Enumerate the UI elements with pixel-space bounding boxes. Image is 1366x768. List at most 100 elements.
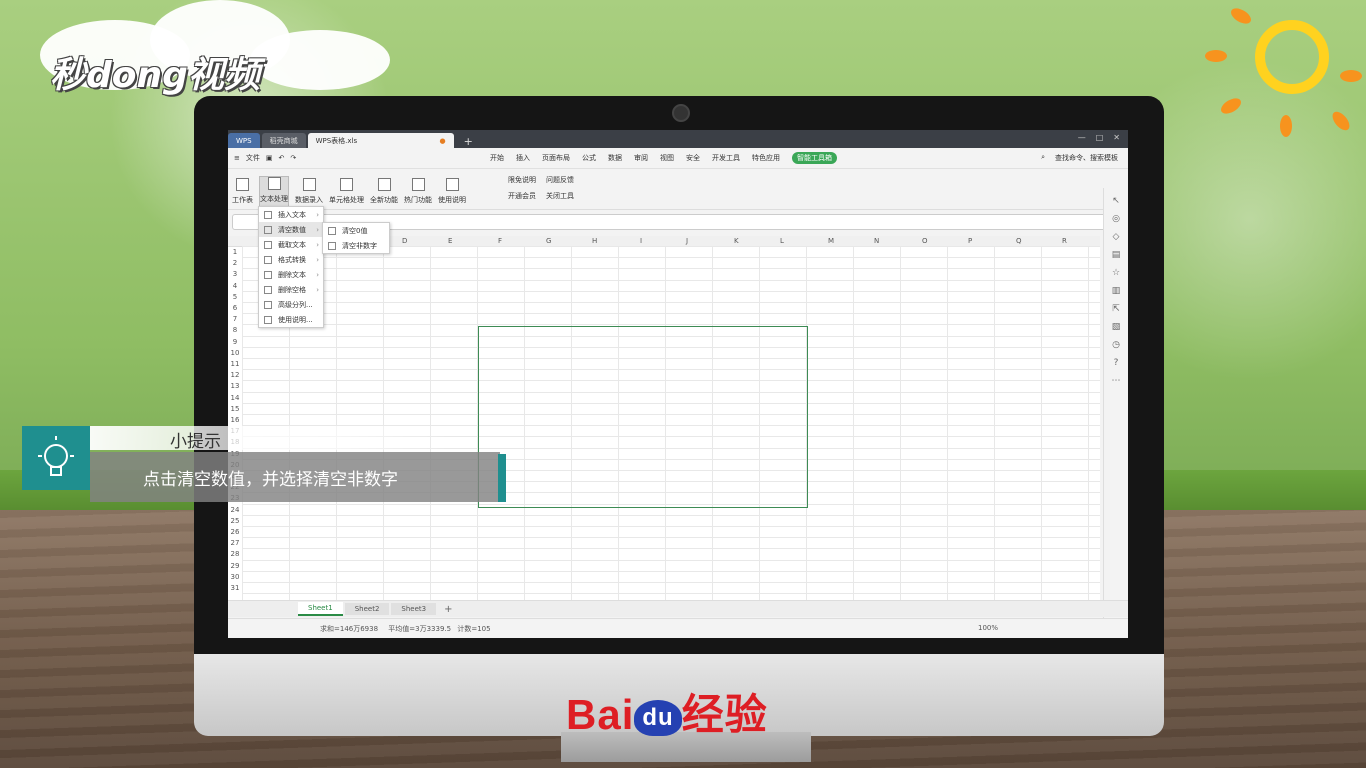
column-header[interactable]: R <box>1062 237 1067 245</box>
menu-item-clear-zero[interactable]: 清空0值 <box>323 223 389 238</box>
row-header[interactable]: 16 <box>228 416 242 424</box>
menu-dev-tools[interactable]: 开发工具 <box>712 153 740 163</box>
column-header[interactable]: H <box>592 237 597 245</box>
menu-item-extract-text[interactable]: 截取文本 › <box>259 237 323 252</box>
open-membership-link[interactable]: 开通会员 <box>508 191 536 201</box>
pointer-icon[interactable]: ↖ <box>1104 196 1128 206</box>
search-icon[interactable]: ⌕ <box>1041 153 1045 163</box>
column-header[interactable]: K <box>734 237 739 245</box>
column-header[interactable]: P <box>968 237 972 245</box>
undo-icon[interactable]: ↶ <box>279 154 285 162</box>
menu-item-delete-spaces[interactable]: 删除空格 › <box>259 282 323 297</box>
row-header[interactable]: 27 <box>228 539 242 547</box>
column-header[interactable]: N <box>874 237 879 245</box>
column-header[interactable]: J <box>686 237 688 245</box>
row-header[interactable]: 2 <box>228 259 242 267</box>
row-header[interactable]: 31 <box>228 584 242 592</box>
row-header[interactable]: 15 <box>228 405 242 413</box>
menu-item-insert-text[interactable]: 插入文本 › <box>259 207 323 222</box>
tab-document[interactable]: WPS表格.xls ● <box>307 133 454 148</box>
column-header[interactable]: F <box>498 237 502 245</box>
menu-review[interactable]: 审阅 <box>634 153 648 163</box>
star-icon[interactable]: ☆ <box>1104 268 1128 278</box>
ribbon-text-process-button[interactable]: 文本处理 <box>259 176 289 209</box>
row-header[interactable]: 25 <box>228 517 242 525</box>
column-header[interactable]: L <box>780 237 784 245</box>
backup-icon[interactable]: ▥ <box>1104 286 1128 296</box>
menu-security[interactable]: 安全 <box>686 153 700 163</box>
tab-daoke-shop[interactable]: 稻壳商城 <box>261 133 306 148</box>
row-header[interactable]: 12 <box>228 371 242 379</box>
help-icon[interactable]: ? <box>1104 358 1128 368</box>
redo-icon[interactable]: ↷ <box>290 154 296 162</box>
menu-item-delete-text[interactable]: 删除文本 › <box>259 267 323 282</box>
row-header[interactable]: 13 <box>228 382 242 390</box>
property-icon[interactable]: ▤ <box>1104 250 1128 260</box>
menu-item-clear-values[interactable]: 清空数值 › <box>259 222 323 237</box>
column-header[interactable]: G <box>546 237 551 245</box>
ribbon-worksheet-button[interactable]: 工作表 <box>232 178 253 209</box>
ribbon-new-features-button[interactable]: 全新功能 <box>370 178 398 209</box>
hamburger-icon[interactable]: ≡ <box>234 154 240 162</box>
close-icon[interactable]: ✕ <box>1113 133 1120 142</box>
column-header[interactable]: O <box>922 237 928 245</box>
row-header[interactable]: 28 <box>228 550 242 558</box>
ribbon-cell-process-button[interactable]: 单元格处理 <box>329 178 364 209</box>
menu-insert[interactable]: 插入 <box>516 153 530 163</box>
close-icon[interactable]: ● <box>439 137 445 145</box>
sheet-tab-2[interactable]: Sheet2 <box>344 603 390 615</box>
file-menu[interactable]: 文件 <box>246 153 260 163</box>
row-header[interactable]: 7 <box>228 315 242 323</box>
row-header[interactable]: 30 <box>228 573 242 581</box>
free-notice-link[interactable]: 限免说明 <box>508 175 536 185</box>
row-header[interactable]: 14 <box>228 394 242 402</box>
sheet-tab-3[interactable]: Sheet3 <box>391 603 437 615</box>
row-header[interactable]: 24 <box>228 506 242 514</box>
menu-formula[interactable]: 公式 <box>582 153 596 163</box>
row-header[interactable]: 10 <box>228 349 242 357</box>
column-header[interactable]: E <box>448 237 452 245</box>
command-search[interactable]: 查找命令、搜索模板 <box>1055 153 1118 163</box>
column-header[interactable]: Q <box>1016 237 1022 245</box>
row-header[interactable]: 11 <box>228 360 242 368</box>
menu-item-clear-non-numeric[interactable]: 清空非数字 <box>323 238 389 253</box>
close-tools-link[interactable]: 关闭工具 <box>546 191 574 201</box>
menu-item-format-convert[interactable]: 格式转换 › <box>259 252 323 267</box>
column-header[interactable]: I <box>640 237 642 245</box>
zoom-level[interactable]: 100% <box>978 624 998 632</box>
image-icon[interactable]: ▧ <box>1104 322 1128 332</box>
menu-start[interactable]: 开始 <box>490 153 504 163</box>
more-icon[interactable]: ⋯ <box>1104 376 1128 386</box>
history-icon[interactable]: ◷ <box>1104 340 1128 350</box>
ribbon-data-entry-button[interactable]: 数据录入 <box>295 178 323 209</box>
add-sheet-button[interactable]: + <box>444 604 452 615</box>
share-icon[interactable]: ⇱ <box>1104 304 1128 314</box>
menu-view[interactable]: 视图 <box>660 153 674 163</box>
shape-icon[interactable]: ◇ <box>1104 232 1128 242</box>
menu-special-apps[interactable]: 特色应用 <box>752 153 780 163</box>
row-header[interactable]: 26 <box>228 528 242 536</box>
row-header[interactable]: 4 <box>228 282 242 290</box>
row-header[interactable]: 29 <box>228 562 242 570</box>
minimize-icon[interactable]: — <box>1078 133 1086 142</box>
row-header[interactable]: 1 <box>228 248 242 256</box>
style-icon[interactable]: ◎ <box>1104 214 1128 224</box>
menu-page-layout[interactable]: 页面布局 <box>542 153 570 163</box>
row-header[interactable]: 5 <box>228 293 242 301</box>
maximize-icon[interactable]: □ <box>1096 133 1104 142</box>
new-tab-button[interactable]: + <box>456 135 481 148</box>
row-header[interactable]: 8 <box>228 326 242 334</box>
feedback-link[interactable]: 问题反馈 <box>546 175 574 185</box>
menu-smart-toolbox[interactable]: 智能工具箱 <box>792 152 837 164</box>
tab-wps[interactable]: WPS <box>228 133 260 148</box>
column-header[interactable]: M <box>828 237 834 245</box>
row-header[interactable]: 9 <box>228 338 242 346</box>
selected-range[interactable] <box>478 326 808 508</box>
sheet-tab-1[interactable]: Sheet1 <box>298 602 343 616</box>
spreadsheet-grid[interactable]: D E F G H I J K L M N O P Q R 1234567891… <box>228 236 1100 600</box>
ribbon-hot-features-button[interactable]: 热门功能 <box>404 178 432 209</box>
save-icon[interactable]: ▣ <box>266 154 273 162</box>
row-header[interactable]: 3 <box>228 270 242 278</box>
menu-item-usage[interactable]: 使用说明... <box>259 312 323 327</box>
menu-item-advanced-split[interactable]: 高级分列... <box>259 297 323 312</box>
